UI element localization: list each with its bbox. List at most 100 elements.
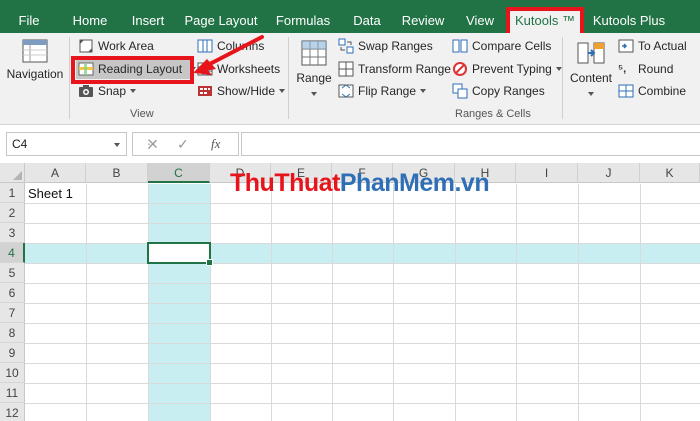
- range-button[interactable]: Range: [294, 39, 334, 99]
- transform-range-icon: [338, 61, 354, 77]
- watermark-part: Phan: [339, 169, 400, 197]
- row-header[interactable]: 8: [0, 323, 25, 343]
- grid-line: [25, 223, 700, 224]
- navigation-icon: [22, 39, 48, 63]
- cancel-icon[interactable]: ✕: [147, 136, 159, 153]
- round-icon: ⁵,: [618, 63, 627, 75]
- work-area-label: Work Area: [98, 39, 154, 53]
- content-button[interactable]: Content: [566, 39, 616, 99]
- tab-data[interactable]: Data: [340, 0, 394, 33]
- combine-label: Combine: [638, 84, 687, 98]
- snap-button[interactable]: Snap: [78, 81, 137, 101]
- highlight-box: [71, 56, 194, 84]
- formula-bar: C4 ⋮ ✕ ✓ fx: [0, 125, 700, 163]
- round-label: Round: [638, 62, 674, 76]
- combine-button[interactable]: Combine: [618, 81, 686, 101]
- column-header[interactable]: B: [86, 163, 148, 183]
- row-header[interactable]: 12: [0, 403, 25, 421]
- watermark-part: Thuat: [274, 169, 340, 197]
- reading-row-band: [25, 243, 700, 263]
- row-header[interactable]: 2: [0, 203, 25, 223]
- tab-review[interactable]: Review: [394, 0, 452, 33]
- grid-line: [25, 263, 700, 264]
- tab-view[interactable]: View: [454, 0, 506, 33]
- tab-file[interactable]: File: [0, 0, 58, 33]
- worksheet-grid[interactable]: A B C D E F G H I J K 1 2 3 4 5 6 7 8 9 …: [0, 163, 700, 421]
- column-header[interactable]: J: [578, 163, 640, 183]
- tab-kutools[interactable]: Kutools ™: [506, 7, 584, 33]
- tab-insert[interactable]: Insert: [120, 0, 176, 33]
- content-label: Content: [569, 71, 613, 85]
- grid-line: [25, 343, 700, 344]
- tab-kutools-plus[interactable]: Kutools Plus: [586, 0, 672, 33]
- grid-line: [25, 403, 700, 404]
- ribbon-tab-bar: File Home Insert Page Layout Formulas Da…: [0, 0, 700, 33]
- insert-function-icon[interactable]: fx: [211, 136, 220, 152]
- ribbon-separator: [562, 37, 563, 119]
- row-header[interactable]: 5: [0, 263, 25, 283]
- column-header[interactable]: I: [516, 163, 578, 183]
- active-cell[interactable]: [147, 242, 213, 266]
- transform-range-label: Transform Range: [358, 62, 451, 76]
- flip-range-icon: [338, 83, 354, 99]
- column-header[interactable]: K: [640, 163, 700, 183]
- row-header[interactable]: 7: [0, 303, 25, 323]
- flip-range-label: Flip Range: [358, 84, 417, 98]
- to-actual-icon: [618, 38, 634, 54]
- row-header[interactable]: 1: [0, 183, 25, 203]
- to-actual-button[interactable]: To Actual: [618, 36, 687, 56]
- work-area-button[interactable]: Work Area: [78, 36, 154, 56]
- compare-cells-label: Compare Cells: [472, 39, 552, 53]
- show-hide-button[interactable]: Show/Hide: [197, 81, 286, 101]
- ranges-cells-group-label: Ranges & Cells: [455, 108, 531, 120]
- column-header[interactable]: C: [148, 163, 210, 183]
- range-icon: [300, 39, 328, 67]
- copy-ranges-icon: [452, 83, 468, 99]
- copy-ranges-label: Copy Ranges: [472, 84, 545, 98]
- grid-line: [25, 303, 700, 304]
- enter-icon[interactable]: ✓: [177, 136, 189, 153]
- show-hide-label: Show/Hide: [217, 84, 276, 98]
- ribbon-separator: [288, 37, 289, 119]
- navigation-label: Navigation: [6, 67, 64, 81]
- grid-line: [25, 203, 700, 204]
- row-header[interactable]: 9: [0, 343, 25, 363]
- row-header[interactable]: 6: [0, 283, 25, 303]
- chevron-down-icon: [114, 143, 120, 147]
- snap-label: Snap: [98, 84, 127, 98]
- row-header[interactable]: 3: [0, 223, 25, 243]
- tab-page-layout[interactable]: Page Layout: [178, 0, 264, 33]
- tab-formulas[interactable]: Formulas: [266, 0, 340, 33]
- grid-line: [25, 363, 700, 364]
- cell-a1[interactable]: Sheet 1: [25, 184, 73, 204]
- chevron-down-icon: [311, 92, 317, 96]
- grid-line: [25, 383, 700, 384]
- prevent-typing-button[interactable]: Prevent Typing: [452, 59, 562, 79]
- watermark: ThuThuatPhanMem.vn: [230, 169, 490, 198]
- compare-cells-button[interactable]: Compare Cells: [452, 36, 551, 56]
- formula-input[interactable]: [241, 132, 700, 156]
- grid-line: [25, 323, 700, 324]
- column-header[interactable]: A: [25, 163, 86, 183]
- swap-ranges-button[interactable]: Swap Ranges: [338, 36, 433, 56]
- content-icon: [576, 39, 606, 67]
- grid-line: [25, 283, 700, 284]
- red-arrow-icon: [193, 35, 264, 75]
- flip-range-button[interactable]: Flip Range: [338, 81, 427, 101]
- view-group-label: View: [130, 108, 154, 120]
- prevent-typing-icon: [452, 61, 468, 77]
- name-box[interactable]: C4: [6, 132, 127, 156]
- round-button[interactable]: ⁵, Round: [618, 59, 673, 79]
- select-all-button[interactable]: [0, 163, 25, 183]
- transform-range-button[interactable]: Transform Range: [338, 59, 451, 79]
- row-header[interactable]: 10: [0, 363, 25, 383]
- chevron-down-icon: [420, 89, 427, 93]
- tab-home[interactable]: Home: [60, 0, 120, 33]
- swap-ranges-icon: [338, 38, 354, 54]
- row-header[interactable]: 11: [0, 383, 25, 403]
- row-header[interactable]: 4: [0, 243, 25, 263]
- chevron-down-icon: [555, 67, 562, 71]
- copy-ranges-button[interactable]: Copy Ranges: [452, 81, 545, 101]
- combine-icon: [618, 83, 634, 99]
- navigation-button[interactable]: Navigation: [4, 39, 66, 81]
